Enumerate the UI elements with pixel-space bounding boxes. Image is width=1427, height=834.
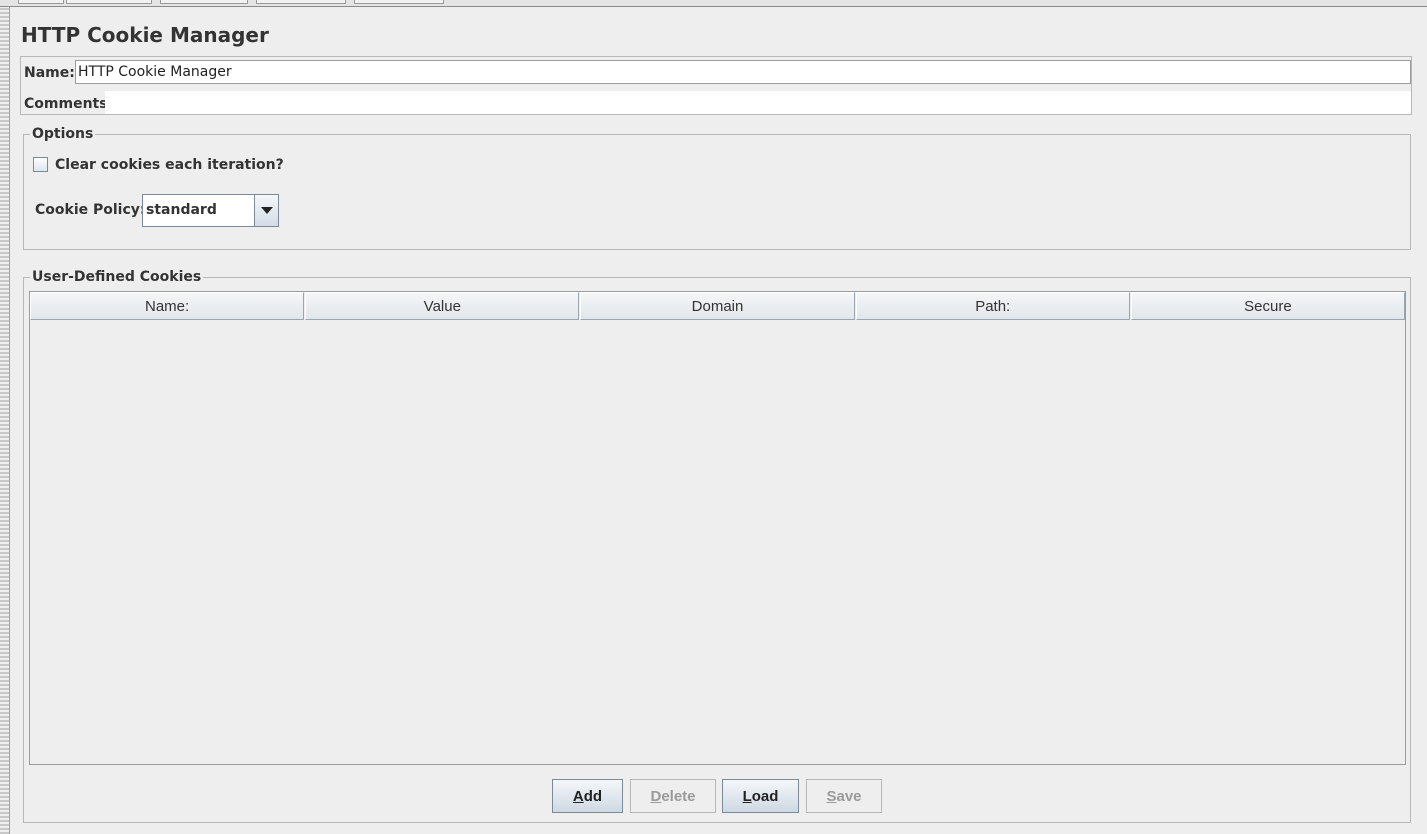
cookie-policy-dropdown-button[interactable] xyxy=(254,195,278,226)
chevron-down-icon xyxy=(261,207,273,214)
tree-splitter[interactable] xyxy=(0,0,10,834)
toolbar-segment xyxy=(354,0,444,4)
delete-button-mnemonic: D xyxy=(650,787,662,805)
name-label: Name: xyxy=(24,65,75,81)
toolbar-segment xyxy=(18,0,64,4)
toolbar-segment xyxy=(256,0,346,4)
load-button-label: oad xyxy=(751,787,779,805)
toolbar-segment xyxy=(160,0,248,4)
comments-label: Comments: xyxy=(24,96,114,112)
cookies-table-header: Name: Value Domain Path: Secure xyxy=(30,292,1406,320)
load-button-mnemonic: L xyxy=(742,787,752,805)
cookie-policy-label: Cookie Policy: xyxy=(35,202,146,218)
column-header-domain[interactable]: Domain xyxy=(580,292,855,320)
toolbar-segment xyxy=(66,0,152,4)
name-field[interactable] xyxy=(75,60,1411,84)
column-header-secure[interactable]: Secure xyxy=(1130,292,1406,320)
delete-button[interactable]: Delete xyxy=(630,779,716,813)
save-button-label: ave xyxy=(836,787,862,805)
column-header-name[interactable]: Name: xyxy=(30,292,305,320)
comments-field[interactable] xyxy=(105,91,1411,114)
top-toolbar xyxy=(0,0,1427,7)
save-button-mnemonic: S xyxy=(826,787,837,805)
delete-button-label: elete xyxy=(661,787,696,805)
add-button-label: dd xyxy=(583,787,603,805)
column-header-value[interactable]: Value xyxy=(305,292,580,320)
cookie-manager-panel: HTTP Cookie Manager Name: Comments: Opti… xyxy=(0,0,1427,834)
cookie-policy-value: standard xyxy=(146,202,217,218)
options-legend: Options xyxy=(32,126,94,142)
cookies-table[interactable]: Name: Value Domain Path: Secure xyxy=(29,291,1406,765)
add-button[interactable]: Add xyxy=(552,779,623,813)
load-button[interactable]: Load xyxy=(722,779,799,813)
cookies-table-body[interactable] xyxy=(30,320,1405,764)
column-header-path[interactable]: Path: xyxy=(855,292,1130,320)
save-button[interactable]: Save xyxy=(806,779,882,813)
options-group: Options xyxy=(23,126,1411,250)
add-button-mnemonic: A xyxy=(572,787,584,805)
clear-cookies-label[interactable]: Clear cookies each iteration? xyxy=(55,157,284,173)
page-title: HTTP Cookie Manager xyxy=(21,23,269,47)
user-defined-cookies-legend: User-Defined Cookies xyxy=(32,269,202,285)
cookie-policy-select[interactable]: standard xyxy=(142,194,279,227)
clear-cookies-checkbox[interactable] xyxy=(33,157,48,172)
